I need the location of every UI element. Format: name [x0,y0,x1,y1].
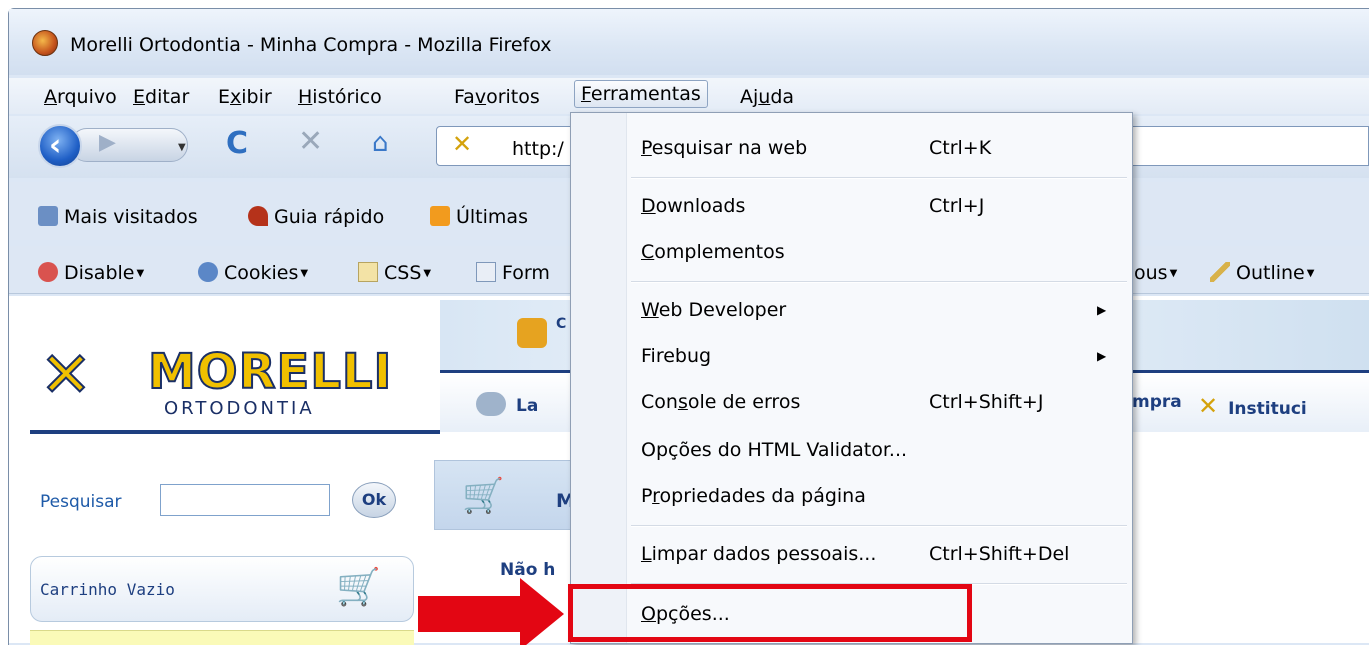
firefox-icon [32,30,58,56]
menu-separator [631,281,1127,283]
menu-item-complementos[interactable]: Complementos [641,241,785,263]
caret-icon: ▼ [1306,268,1315,279]
site-nav-lancamentos[interactable]: La [476,392,538,416]
menu-separator [631,177,1127,179]
logo-subtitle: ORTODONTIA [164,398,315,419]
history-dropdown-icon[interactable]: ▼ [178,142,186,153]
menu-exibir[interactable]: Exibir [218,86,272,108]
bookmark-guia-rapido[interactable]: Guia rápido [248,206,384,228]
submenu-arrow-icon: ▶ [1097,303,1107,317]
url-bar-right[interactable] [1128,126,1369,166]
menu-item-downloads[interactable]: Downloads [641,195,745,217]
menu-item-propriedades-da-pagina[interactable]: Propriedades da página [641,485,866,507]
red-arrow-shaft [418,596,522,632]
empty-cart-message: Não h [500,560,556,580]
red-arrow-icon [520,578,564,645]
menu-item-firebug[interactable]: Firebug [641,345,711,367]
dev-css[interactable]: CSS ▼ [358,262,431,284]
dev-cookies[interactable]: Cookies ▼ [198,262,308,284]
window-title: Morelli Ortodontia - Minha Compra - Mozi… [70,34,552,56]
search-label: Pesquisar [40,492,122,512]
back-button[interactable]: ‹ [38,124,82,168]
menu-item-console-de-erros[interactable]: Console de erros [641,391,800,413]
user-icon [517,318,547,348]
menu-separator [631,525,1127,527]
menu-historico[interactable]: Histórico [298,86,382,108]
caret-icon: ▼ [1169,268,1178,279]
shortcut-label: Ctrl+J [929,195,985,217]
forward-arrow-icon: ▶ [99,130,116,155]
disable-icon [38,262,58,282]
forward-button[interactable]: ▶ [70,128,188,162]
caret-icon: ▼ [300,268,309,279]
caret-icon: ▼ [136,268,145,279]
home-icon[interactable]: ⌂ [372,128,389,158]
cookies-icon [198,262,218,282]
shopping-cart-icon: 🛒 [462,476,505,516]
user-text: C [556,316,567,332]
outline-pencil-icon [1210,262,1230,282]
bookmark-ultimas[interactable]: Últimas [430,206,528,228]
menu-ferramentas[interactable]: Ferramentas [574,80,708,108]
cart-status: Carrinho Vazio [40,580,175,599]
shortcut-label: Ctrl+Shift+J [929,391,1044,413]
opcoes-highlight-box [568,584,972,642]
shortcut-label: Ctrl+K [929,137,992,159]
menu-item-html-validator-options[interactable]: Opções do HTML Validator... [641,439,907,461]
sidebar-yellow-strip [30,630,414,645]
url-text[interactable]: http:/ [512,138,564,160]
menu-item-limpar-dados-pessoais[interactable]: Limpar dados pessoais... [641,543,876,565]
site-nav-minha-compra[interactable]: mpra [1132,392,1182,412]
back-arrow-icon: ‹ [49,128,62,163]
morelli-logo-icon: ✕ [39,337,93,412]
reload-icon[interactable]: C [226,126,248,161]
menu-icon-gutter [571,113,627,643]
site-nav-institucional[interactable]: ✕ Instituci [1198,392,1307,420]
rss-feed-icon [430,206,450,226]
search-input[interactable] [160,484,330,516]
stop-icon[interactable]: ✕ [298,124,323,159]
menu-item-web-developer[interactable]: Web Developer [641,299,786,321]
bookmark-mais-visitados[interactable]: Mais visitados [38,206,198,228]
search-page-icon [38,206,58,226]
morelli-favicon-icon: ✕ [452,130,473,158]
css-icon [358,262,378,282]
morelli-x-icon: ✕ [1198,392,1219,420]
tools-menu: Pesquisar na web Ctrl+K Downloads Ctrl+J… [570,112,1133,644]
submenu-arrow-icon: ▶ [1097,349,1107,363]
logo-brand: MORELLI [147,343,393,401]
menu-favoritos[interactable]: Favoritos [454,86,540,108]
menu-arquivo[interactable]: Arquivo [44,86,117,108]
firefox-head-icon [248,206,268,226]
catalog-icon [476,392,506,416]
menu-editar[interactable]: Editar [133,86,189,108]
header-divider [30,430,440,434]
shortcut-label: Ctrl+Shift+Del [929,543,1070,565]
dev-forms[interactable]: Form [476,262,550,284]
forms-icon [476,262,496,282]
dev-outline[interactable]: Outline ▼ [1210,262,1314,284]
dev-disable[interactable]: Disable ▼ [38,262,144,284]
menu-ajuda[interactable]: Ajuda [740,86,794,108]
menu-item-pesquisar-na-web[interactable]: Pesquisar na web [641,137,807,159]
shopping-cart-icon: 🛒 [336,567,381,608]
dev-miscellaneous[interactable]: ous ▼ [1134,262,1177,284]
search-ok-button[interactable]: Ok [352,482,396,518]
caret-icon: ▼ [423,268,432,279]
